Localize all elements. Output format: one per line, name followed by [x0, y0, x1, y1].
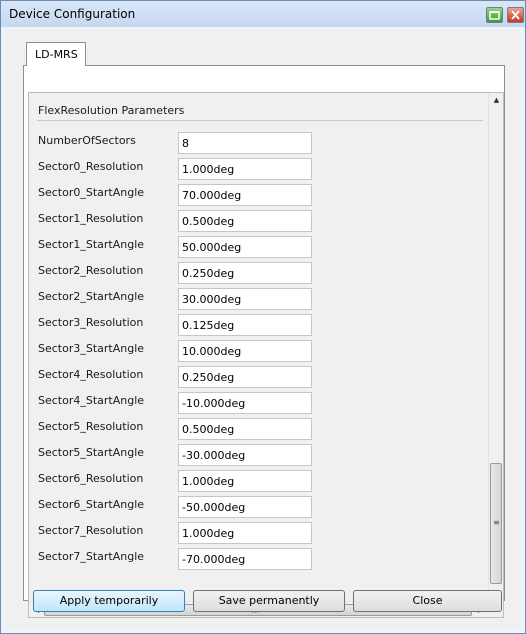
- param-input[interactable]: 0.500deg: [178, 210, 312, 232]
- param-input[interactable]: 70.000deg: [178, 184, 312, 206]
- param-label: Sector4_Resolution: [38, 368, 144, 381]
- param-input[interactable]: 0.250deg: [178, 366, 312, 388]
- param-input[interactable]: 10.000deg: [178, 340, 312, 362]
- param-input[interactable]: 0.250deg: [178, 262, 312, 284]
- param-label: NumberOfSectors: [38, 134, 136, 147]
- save-permanently-button[interactable]: Save permanently: [193, 590, 345, 612]
- param-label: Sector5_StartAngle: [38, 446, 145, 459]
- dialog-client-area: LD-MRS FlexResolution Parameters NumberO…: [6, 29, 520, 629]
- param-label: Sector5_Resolution: [38, 420, 144, 433]
- green-window-icon[interactable]: [486, 7, 503, 23]
- param-input[interactable]: -10.000deg: [178, 392, 312, 414]
- param-label: Sector0_Resolution: [38, 160, 144, 173]
- parameter-scroll-area: FlexResolution Parameters NumberOfSector…: [28, 92, 504, 618]
- param-input[interactable]: -30.000deg: [178, 444, 312, 466]
- param-label: Sector4_StartAngle: [38, 394, 145, 407]
- param-input[interactable]: -50.000deg: [178, 496, 312, 518]
- window-title: Device Configuration: [9, 7, 136, 21]
- tab-pane: FlexResolution Parameters NumberOfSector…: [23, 65, 505, 618]
- param-label: Sector2_StartAngle: [38, 290, 145, 303]
- scroll-up-icon[interactable]: ▲: [489, 93, 503, 108]
- param-input[interactable]: 30.000deg: [178, 288, 312, 310]
- param-label: Sector2_Resolution: [38, 264, 144, 277]
- close-icon[interactable]: [507, 7, 524, 23]
- param-input[interactable]: 1.000deg: [178, 158, 312, 180]
- param-label: Sector7_Resolution: [38, 524, 144, 537]
- apply-temporarily-button[interactable]: Apply temporarily: [33, 590, 185, 612]
- param-label: Sector1_Resolution: [38, 212, 144, 225]
- group-divider: [37, 120, 483, 121]
- close-button[interactable]: Close: [353, 590, 502, 612]
- param-input[interactable]: -70.000deg: [178, 548, 312, 570]
- param-input[interactable]: 8: [178, 132, 312, 154]
- tab-label: LD-MRS: [35, 48, 78, 61]
- grip-icon: ≡: [493, 518, 500, 527]
- title-bar: Device Configuration: [1, 1, 525, 27]
- param-label: Sector3_Resolution: [38, 316, 144, 329]
- group-title: FlexResolution Parameters: [38, 104, 185, 117]
- param-label: Sector3_StartAngle: [38, 342, 145, 355]
- vertical-scroll-thumb[interactable]: ≡: [490, 463, 502, 584]
- param-input[interactable]: 0.500deg: [178, 418, 312, 440]
- param-input[interactable]: 0.125deg: [178, 314, 312, 336]
- param-label: Sector6_Resolution: [38, 472, 144, 485]
- vertical-scrollbar[interactable]: ▲ ≡ ▼: [488, 93, 503, 601]
- device-configuration-window: Device Configuration LD-MRS FlexResoluti…: [0, 0, 526, 634]
- param-input[interactable]: 1.000deg: [178, 522, 312, 544]
- param-input[interactable]: 1.000deg: [178, 470, 312, 492]
- parameter-panel: FlexResolution Parameters NumberOfSector…: [29, 93, 488, 601]
- param-label: Sector1_StartAngle: [38, 238, 145, 251]
- param-label: Sector6_StartAngle: [38, 498, 145, 511]
- tab-ld-mrs[interactable]: LD-MRS: [26, 42, 86, 66]
- param-label: Sector7_StartAngle: [38, 550, 145, 563]
- param-input[interactable]: 50.000deg: [178, 236, 312, 258]
- param-label: Sector0_StartAngle: [38, 186, 145, 199]
